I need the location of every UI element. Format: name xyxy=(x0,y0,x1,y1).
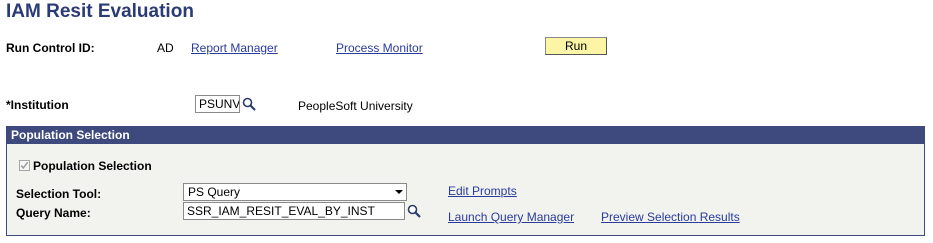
population-selection-group: Population Selection Population Selectio… xyxy=(6,126,925,236)
launch-query-manager-link[interactable]: Launch Query Manager xyxy=(448,210,574,224)
query-name-input[interactable]: SSR_IAM_RESIT_EVAL_BY_INST xyxy=(183,202,405,220)
selection-tool-label: Selection Tool: xyxy=(16,187,102,201)
institution-description: PeopleSoft University xyxy=(298,99,413,113)
edit-prompts-link[interactable]: Edit Prompts xyxy=(448,184,517,198)
preview-selection-results-link[interactable]: Preview Selection Results xyxy=(601,210,740,224)
page-title: IAM Resit Evaluation xyxy=(6,1,194,22)
run-control-id-label: Run Control ID: xyxy=(6,41,95,55)
selection-tool-value: PS Query xyxy=(188,185,241,199)
institution-lookup-icon[interactable] xyxy=(242,97,256,114)
run-button[interactable]: Run xyxy=(545,37,607,55)
checkmark-icon xyxy=(20,161,29,170)
selection-tool-select[interactable]: PS Query xyxy=(183,183,407,201)
population-selection-header: Population Selection xyxy=(7,127,924,144)
report-manager-link[interactable]: Report Manager xyxy=(191,41,278,55)
run-control-id-value: AD xyxy=(157,41,174,55)
process-monitor-link[interactable]: Process Monitor xyxy=(336,41,423,55)
institution-label: *Institution xyxy=(6,98,69,112)
population-selection-checkbox[interactable] xyxy=(19,160,30,171)
chevron-down-icon xyxy=(395,190,403,194)
population-selection-checkbox-label: Population Selection xyxy=(33,159,152,173)
institution-input[interactable]: PSUNV xyxy=(195,95,240,113)
query-name-lookup-icon[interactable] xyxy=(407,204,421,221)
query-name-label: Query Name: xyxy=(16,206,91,220)
